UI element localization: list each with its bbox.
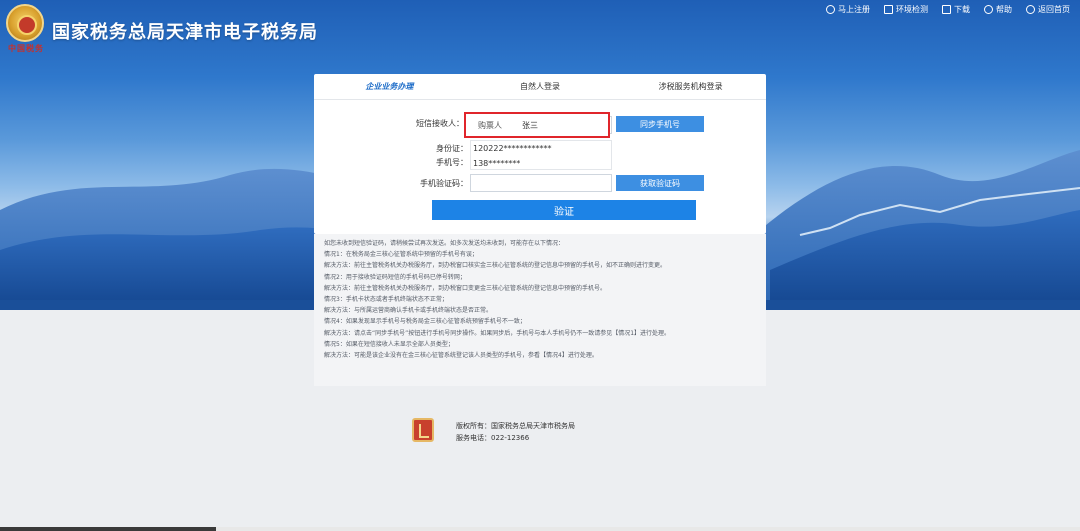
- verify-button[interactable]: 验证: [432, 200, 696, 220]
- wrench-icon: [884, 5, 893, 14]
- logo-script-text: 中国税务: [8, 43, 44, 53]
- register-link[interactable]: 马上注册: [826, 4, 870, 15]
- register-link-label: 马上注册: [838, 5, 870, 14]
- site-title: 国家税务总局天津市电子税务局: [52, 22, 318, 43]
- note-line: 解决方法：前往主管税务机关办税服务厅，到办税窗口核实金三核心征管系统的登记信息中…: [324, 262, 667, 270]
- tab-enterprise[interactable]: 企业业务办理: [314, 74, 465, 99]
- receiver-role: 购票人: [478, 120, 502, 130]
- receiver-name: 张三: [522, 120, 538, 130]
- tab-agency[interactable]: 涉税服务机构登录: [615, 74, 766, 99]
- receiver-select[interactable]: 购票人 张三: [464, 112, 630, 138]
- id-value: 120222************: [473, 144, 552, 153]
- footer-tax-logo: [412, 418, 434, 442]
- back-arrow-icon: [1026, 5, 1035, 14]
- login-panel: 企业业务办理 自然人登录 涉税服务机构登录 短信接收人： 购票人 张三 同步手机…: [314, 74, 766, 234]
- tax-emblem-logo: [6, 4, 44, 42]
- note-line: 解决方法：可能是该企业没有在金三核心征管系统登记该人员类型的手机号，参看【情况4…: [324, 352, 598, 360]
- home-link[interactable]: 返回首页: [1026, 4, 1070, 15]
- get-code-button[interactable]: 获取验证码: [616, 175, 704, 191]
- env-check-link[interactable]: 环境检测: [884, 4, 928, 15]
- tab-individual[interactable]: 自然人登录: [465, 74, 616, 99]
- note-line: 解决方法：前往主管税务机关办税服务厅，到办税窗口变更金三核心征管系统的登记信息中…: [324, 284, 607, 292]
- phone-label: 手机号：: [436, 158, 468, 167]
- home-link-label: 返回首页: [1038, 5, 1070, 14]
- help-icon: [984, 5, 993, 14]
- sync-phone-button[interactable]: 同步手机号: [616, 116, 704, 132]
- help-notes: 如您未收到短信验证码，请稍候尝试再次发送。如多次发送均未收到，可能存在以下情况：…: [314, 234, 766, 386]
- note-line: 解决方法：请点击“同步手机号”按钮进行手机号同步操作。如果同步后，手机号与本人手…: [324, 329, 671, 337]
- note-line: 情况5：如果在短信接收人未显示全部人员类型；: [324, 340, 454, 348]
- note-line: 解决方法：与所属运营商确认手机卡或手机终端状态是否正常。: [324, 307, 493, 315]
- note-line: 情况1：在税务局金三核心征管系统中预留的手机号有误；: [324, 251, 478, 259]
- download-link-label: 下载: [954, 5, 970, 14]
- phone-value: 138********: [473, 159, 521, 168]
- note-line: 情况2：用于接收验证码短信的手机号码已停号转网；: [324, 273, 466, 281]
- id-phone-info: 120222************ 138********: [470, 140, 612, 170]
- login-tabs: 企业业务办理 自然人登录 涉税服务机构登录: [314, 74, 766, 100]
- user-icon: [826, 5, 835, 14]
- bottom-strip: [0, 527, 1080, 531]
- service-phone-text: 服务电话：022-12366: [456, 434, 530, 442]
- receiver-label: 短信接收人：: [416, 119, 464, 128]
- footer-info: 版权所有：国家税务总局天津市税务局 服务电话：022-12366: [456, 420, 575, 444]
- sms-code-input[interactable]: [470, 174, 612, 192]
- copyright-text: 版权所有：国家税务总局天津市税务局: [456, 422, 575, 430]
- id-label: 身份证：: [436, 144, 468, 153]
- note-line: 如您未收到短信验证码，请稍候尝试再次发送。如多次发送均未收到，可能存在以下情况：: [324, 240, 565, 247]
- help-link-label: 帮助: [996, 5, 1012, 14]
- code-label: 手机验证码：: [420, 179, 468, 188]
- download-icon: [942, 5, 951, 14]
- download-link[interactable]: 下载: [942, 4, 970, 15]
- note-line: 情况3：手机卡状态或者手机终端状态不正常；: [324, 296, 448, 304]
- help-link[interactable]: 帮助: [984, 4, 1012, 15]
- top-nav: 马上注册 环境检测 下载 帮助 返回首页: [826, 4, 1070, 15]
- note-line: 情况4：如果发现显示手机号与税务局金三核心征管系统预留手机号不一致；: [324, 318, 526, 326]
- env-check-link-label: 环境检测: [896, 5, 928, 14]
